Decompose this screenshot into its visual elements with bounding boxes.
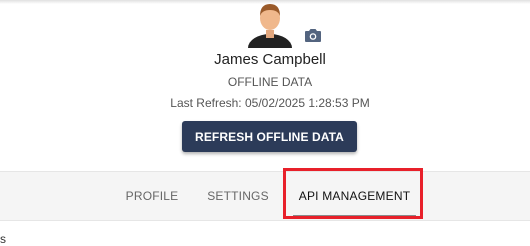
tab-settings[interactable]: SETTINGS bbox=[198, 172, 278, 220]
last-refresh-text: Last Refresh: 05/02/2025 1:28:53 PM bbox=[170, 96, 370, 110]
tab-api-management[interactable]: API MANAGEMENT bbox=[293, 172, 416, 220]
avatar bbox=[246, 0, 294, 48]
tab-bar: PROFILE SETTINGS API MANAGEMENT bbox=[0, 171, 530, 221]
active-tab-indicator bbox=[293, 215, 416, 217]
content-fragment-text: s bbox=[0, 232, 6, 246]
tab-profile[interactable]: PROFILE bbox=[112, 172, 192, 220]
offline-data-label: OFFLINE DATA bbox=[227, 75, 313, 89]
camera-icon[interactable] bbox=[304, 27, 322, 43]
refresh-offline-data-button[interactable]: REFRESH OFFLINE DATA bbox=[182, 121, 357, 152]
user-name: James Campbell bbox=[214, 51, 326, 68]
profile-header: James Campbell OFFLINE DATA Last Refresh… bbox=[0, 0, 530, 170]
person-avatar-icon bbox=[248, 4, 292, 48]
